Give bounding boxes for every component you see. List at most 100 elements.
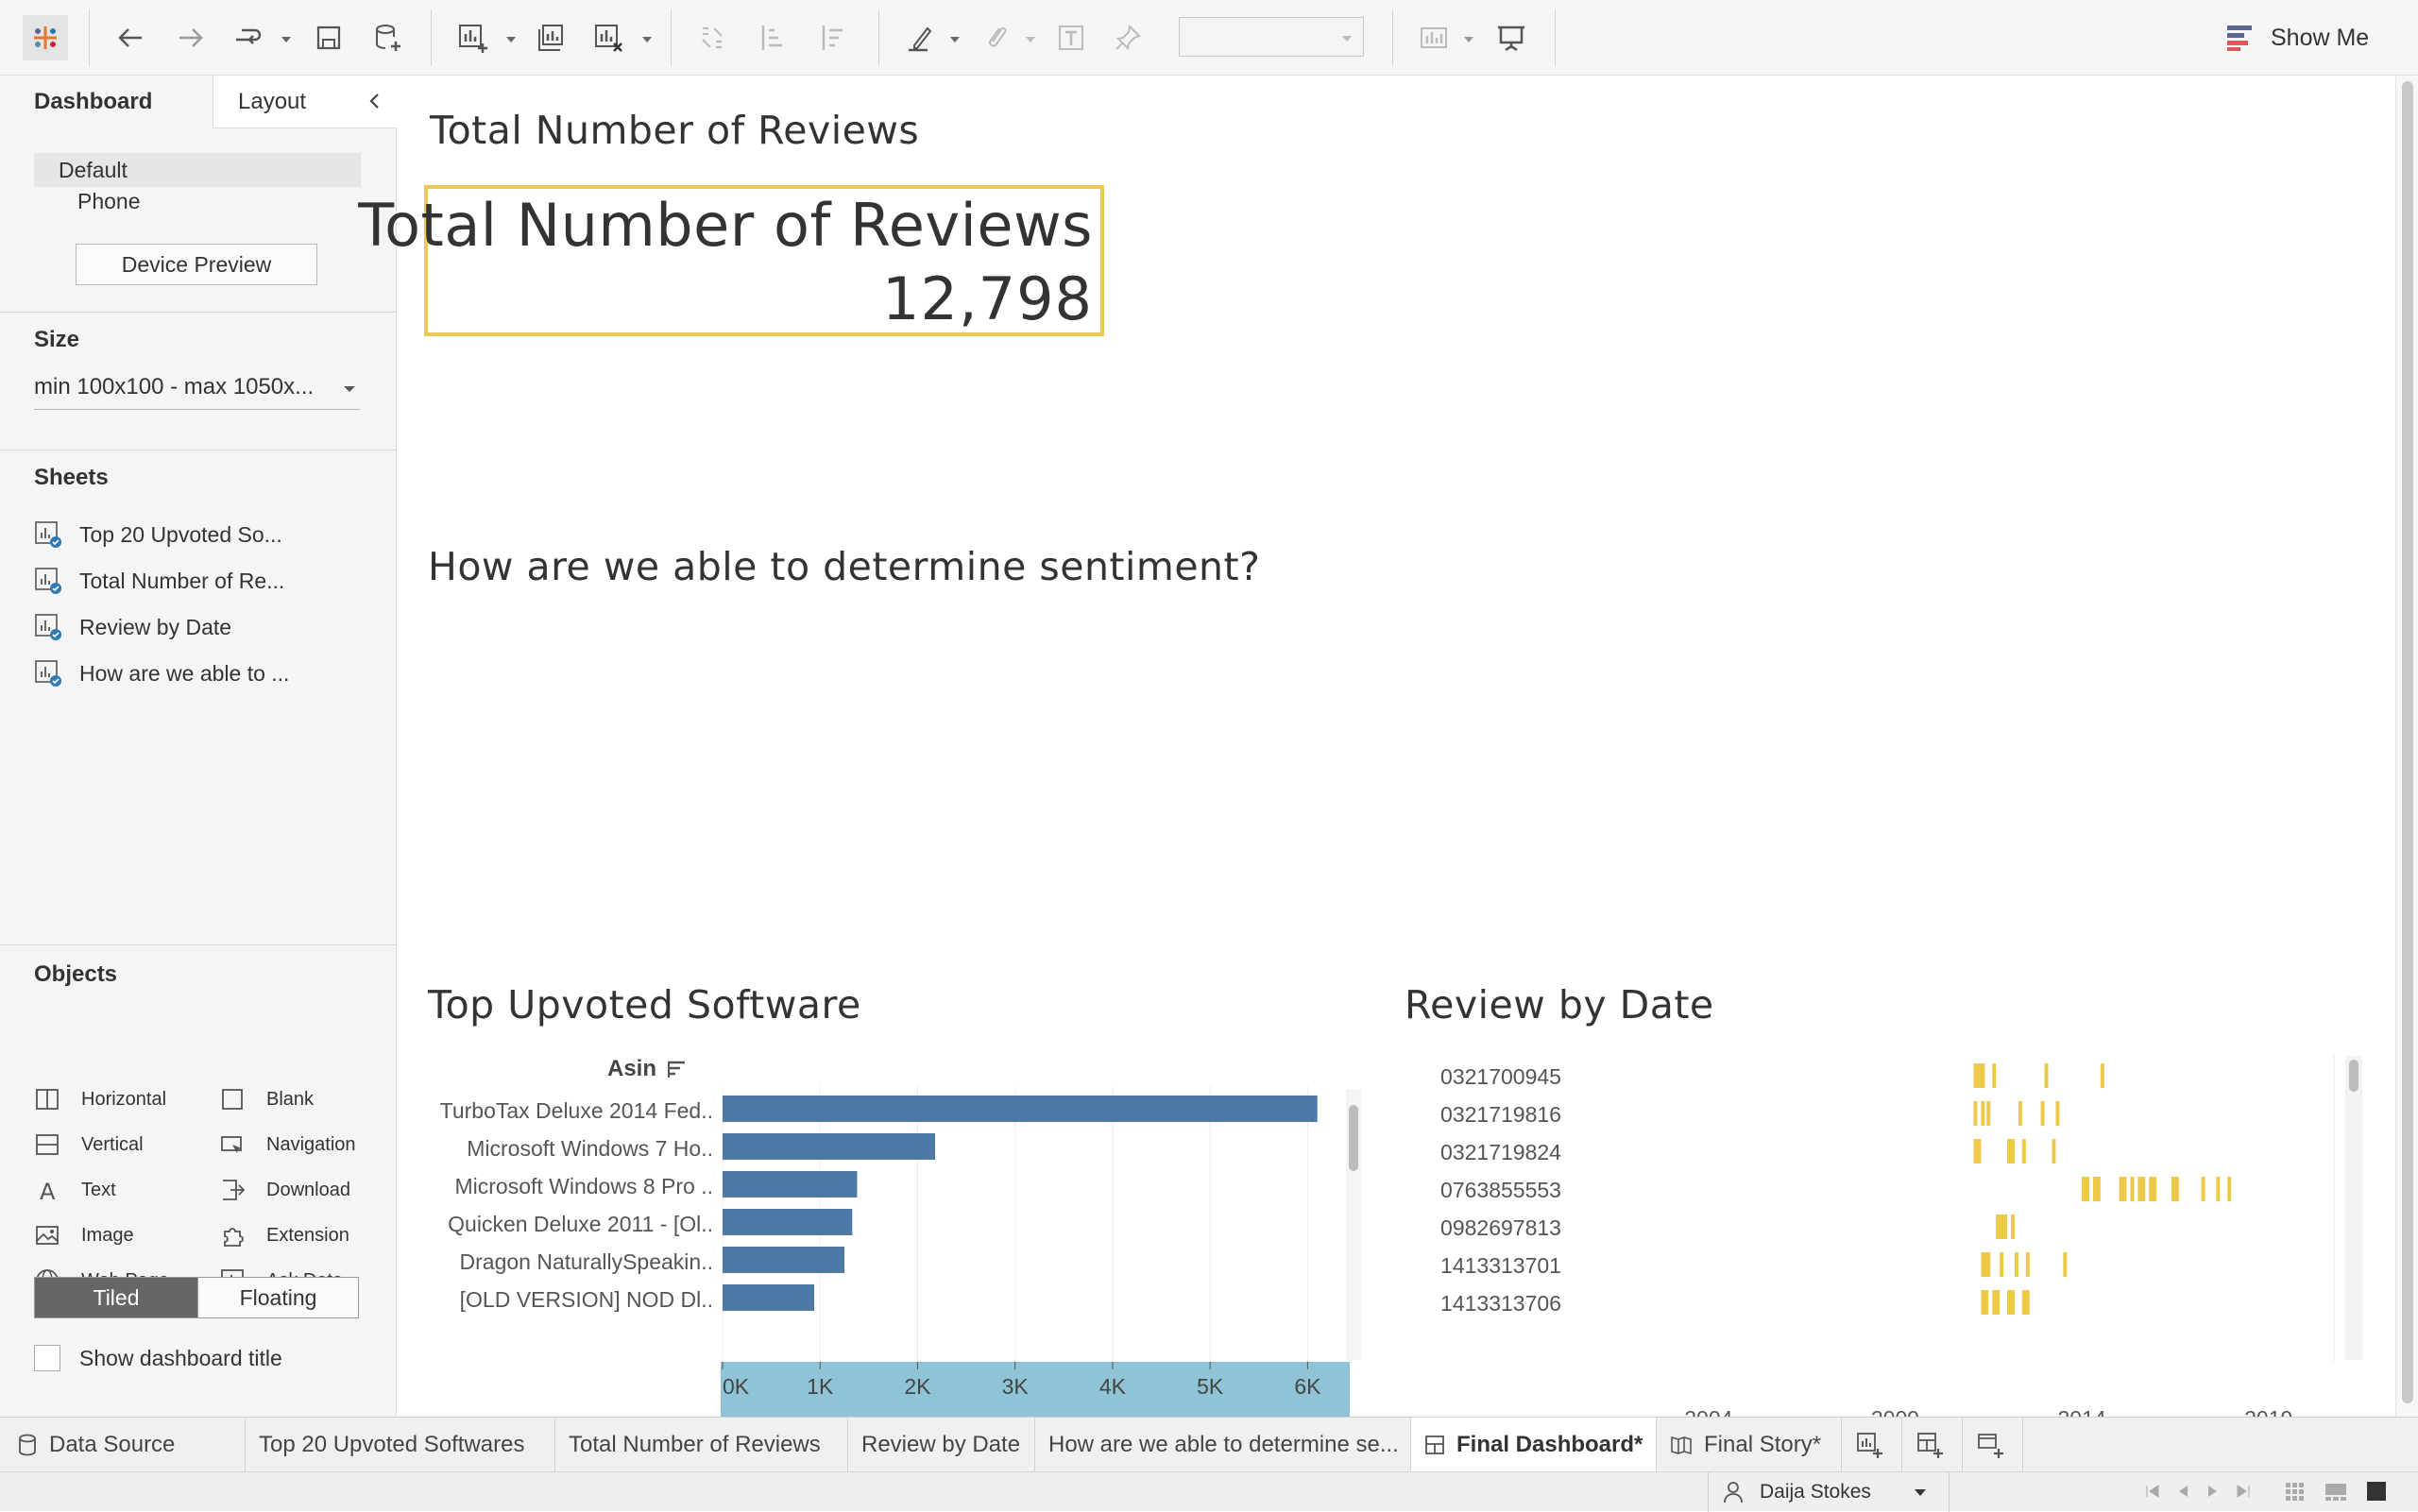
tab-sentiment[interactable]: How are we able to determine se...: [1035, 1418, 1411, 1472]
date-mark[interactable]: [2011, 1215, 2015, 1239]
sort-descending-icon[interactable]: [810, 15, 856, 60]
date-mark[interactable]: [2018, 1101, 2022, 1126]
date-mark[interactable]: [2119, 1177, 2127, 1201]
pin-icon[interactable]: [1105, 15, 1150, 60]
device-default[interactable]: Default: [34, 153, 361, 187]
date-mark[interactable]: [1973, 1101, 1978, 1126]
presentation-mode-icon[interactable]: [1489, 15, 1534, 60]
sheet-item[interactable]: Review by Date: [34, 610, 231, 644]
bar[interactable]: [723, 1096, 1318, 1122]
date-mark[interactable]: [2021, 1290, 2030, 1315]
date-mark[interactable]: [1981, 1290, 1989, 1315]
new-data-source-icon[interactable]: [365, 15, 410, 60]
filmstrip-view-icon[interactable]: [2324, 1480, 2348, 1503]
sheet-item[interactable]: Top 20 Upvoted So...: [34, 518, 282, 552]
date-mark[interactable]: [1973, 1139, 1982, 1164]
object-item[interactable]: Horizontal: [34, 1082, 166, 1116]
first-sheet-icon[interactable]: [2144, 1480, 2161, 1503]
sheet-item[interactable]: Total Number of Re...: [34, 564, 284, 598]
sort-icon[interactable]: [666, 1059, 687, 1079]
date-mark[interactable]: [2007, 1139, 2015, 1164]
date-mark[interactable]: [2201, 1177, 2205, 1201]
object-item[interactable]: Download: [219, 1173, 350, 1207]
show-mark-labels-icon[interactable]: [1048, 15, 1094, 60]
save-icon[interactable]: [306, 15, 351, 60]
date-mark[interactable]: [1992, 1290, 2001, 1315]
scrollbar-thumb[interactable]: [2349, 1060, 2358, 1092]
date-mark[interactable]: [2092, 1177, 2101, 1201]
swap-rows-columns-icon[interactable]: [690, 15, 735, 60]
date-mark[interactable]: [2216, 1177, 2221, 1201]
object-item[interactable]: Image: [34, 1218, 134, 1252]
scrollbar-thumb[interactable]: [2402, 81, 2413, 1403]
collapse-panel-icon[interactable]: [365, 91, 385, 111]
grid-view-icon[interactable]: [2284, 1480, 2307, 1503]
last-sheet-icon[interactable]: [2235, 1480, 2252, 1503]
user-menu[interactable]: Daija Stokes: [1708, 1472, 1950, 1512]
chevron-down-icon[interactable]: [1024, 32, 1037, 45]
date-mark[interactable]: [2000, 1252, 2004, 1277]
new-worksheet-tab-button[interactable]: [1842, 1418, 1902, 1472]
tab-top-20-upvoted[interactable]: Top 20 Upvoted Softwares: [246, 1418, 555, 1472]
date-mark[interactable]: [2040, 1101, 2045, 1126]
object-item[interactable]: Blank: [219, 1082, 314, 1116]
tableau-logo-icon[interactable]: [23, 15, 68, 60]
duplicate-sheet-icon[interactable]: [529, 15, 574, 60]
date-mark[interactable]: [1981, 1101, 1985, 1126]
date-mark[interactable]: [2149, 1177, 2157, 1201]
new-story-tab-button[interactable]: [1963, 1418, 2023, 1472]
date-mark[interactable]: [2100, 1063, 2104, 1088]
highlight-icon[interactable]: [897, 15, 943, 60]
bar-chart-axis-header[interactable]: Asin: [607, 1056, 687, 1082]
previous-sheet-icon[interactable]: [2174, 1480, 2191, 1503]
date-mark[interactable]: [2055, 1101, 2060, 1126]
date-mark[interactable]: [2044, 1063, 2049, 1088]
date-mark[interactable]: [1973, 1063, 1985, 1088]
size-dropdown[interactable]: min 100x100 - max 1050x...: [34, 368, 361, 410]
show-cards-icon[interactable]: [1411, 15, 1456, 60]
date-mark[interactable]: [2014, 1252, 2018, 1277]
sort-ascending-icon[interactable]: [750, 15, 795, 60]
redo-icon[interactable]: [168, 15, 213, 60]
date-mark[interactable]: [2025, 1252, 2030, 1277]
floating-button[interactable]: Floating: [197, 1278, 358, 1317]
show-me-button[interactable]: Show Me: [2225, 21, 2369, 55]
undo-icon[interactable]: [108, 15, 153, 60]
group-members-icon[interactable]: [973, 15, 1018, 60]
tab-review-by-date[interactable]: Review by Date: [848, 1418, 1035, 1472]
bar[interactable]: [723, 1209, 853, 1235]
date-mark[interactable]: [1992, 1063, 1997, 1088]
fit-dropdown[interactable]: [1179, 17, 1364, 57]
sheet-item[interactable]: How are we able to ...: [34, 656, 289, 690]
bar[interactable]: [723, 1284, 815, 1311]
object-item[interactable]: Extension: [219, 1218, 349, 1252]
object-item[interactable]: Navigation: [219, 1128, 356, 1162]
chevron-down-icon[interactable]: [280, 32, 293, 45]
single-view-icon[interactable]: [2365, 1480, 2388, 1503]
show-dashboard-title-checkbox[interactable]: Show dashboard title: [34, 1345, 282, 1371]
chevron-down-icon[interactable]: [948, 32, 962, 45]
date-mark[interactable]: [2137, 1177, 2146, 1201]
tab-dashboard[interactable]: Dashboard: [0, 76, 213, 128]
clear-sheet-icon[interactable]: [586, 15, 631, 60]
date-mark[interactable]: [2130, 1177, 2135, 1201]
replay-icon[interactable]: [225, 15, 270, 60]
tiled-button[interactable]: Tiled: [35, 1278, 197, 1317]
date-mark[interactable]: [2171, 1177, 2179, 1201]
tab-data-source[interactable]: Data Source: [0, 1418, 246, 1472]
chevron-down-icon[interactable]: [640, 32, 654, 45]
object-item[interactable]: A Text: [34, 1173, 116, 1207]
new-dashboard-tab-button[interactable]: [1902, 1418, 1963, 1472]
date-mark[interactable]: [2082, 1177, 2089, 1201]
date-mark[interactable]: [2021, 1139, 2026, 1164]
date-mark[interactable]: [1986, 1101, 1991, 1126]
tab-final-story[interactable]: Final Story*: [1657, 1418, 1842, 1472]
tab-total-number-of-reviews[interactable]: Total Number of Reviews: [555, 1418, 848, 1472]
tab-layout[interactable]: Layout: [213, 76, 397, 128]
new-worksheet-icon[interactable]: [450, 15, 495, 60]
kpi-card[interactable]: Total Number of Reviews 12,798: [358, 185, 1104, 336]
next-sheet-icon[interactable]: [2205, 1480, 2222, 1503]
device-phone[interactable]: Phone: [77, 189, 141, 214]
bar[interactable]: [723, 1133, 936, 1160]
date-mark[interactable]: [1981, 1252, 1991, 1277]
